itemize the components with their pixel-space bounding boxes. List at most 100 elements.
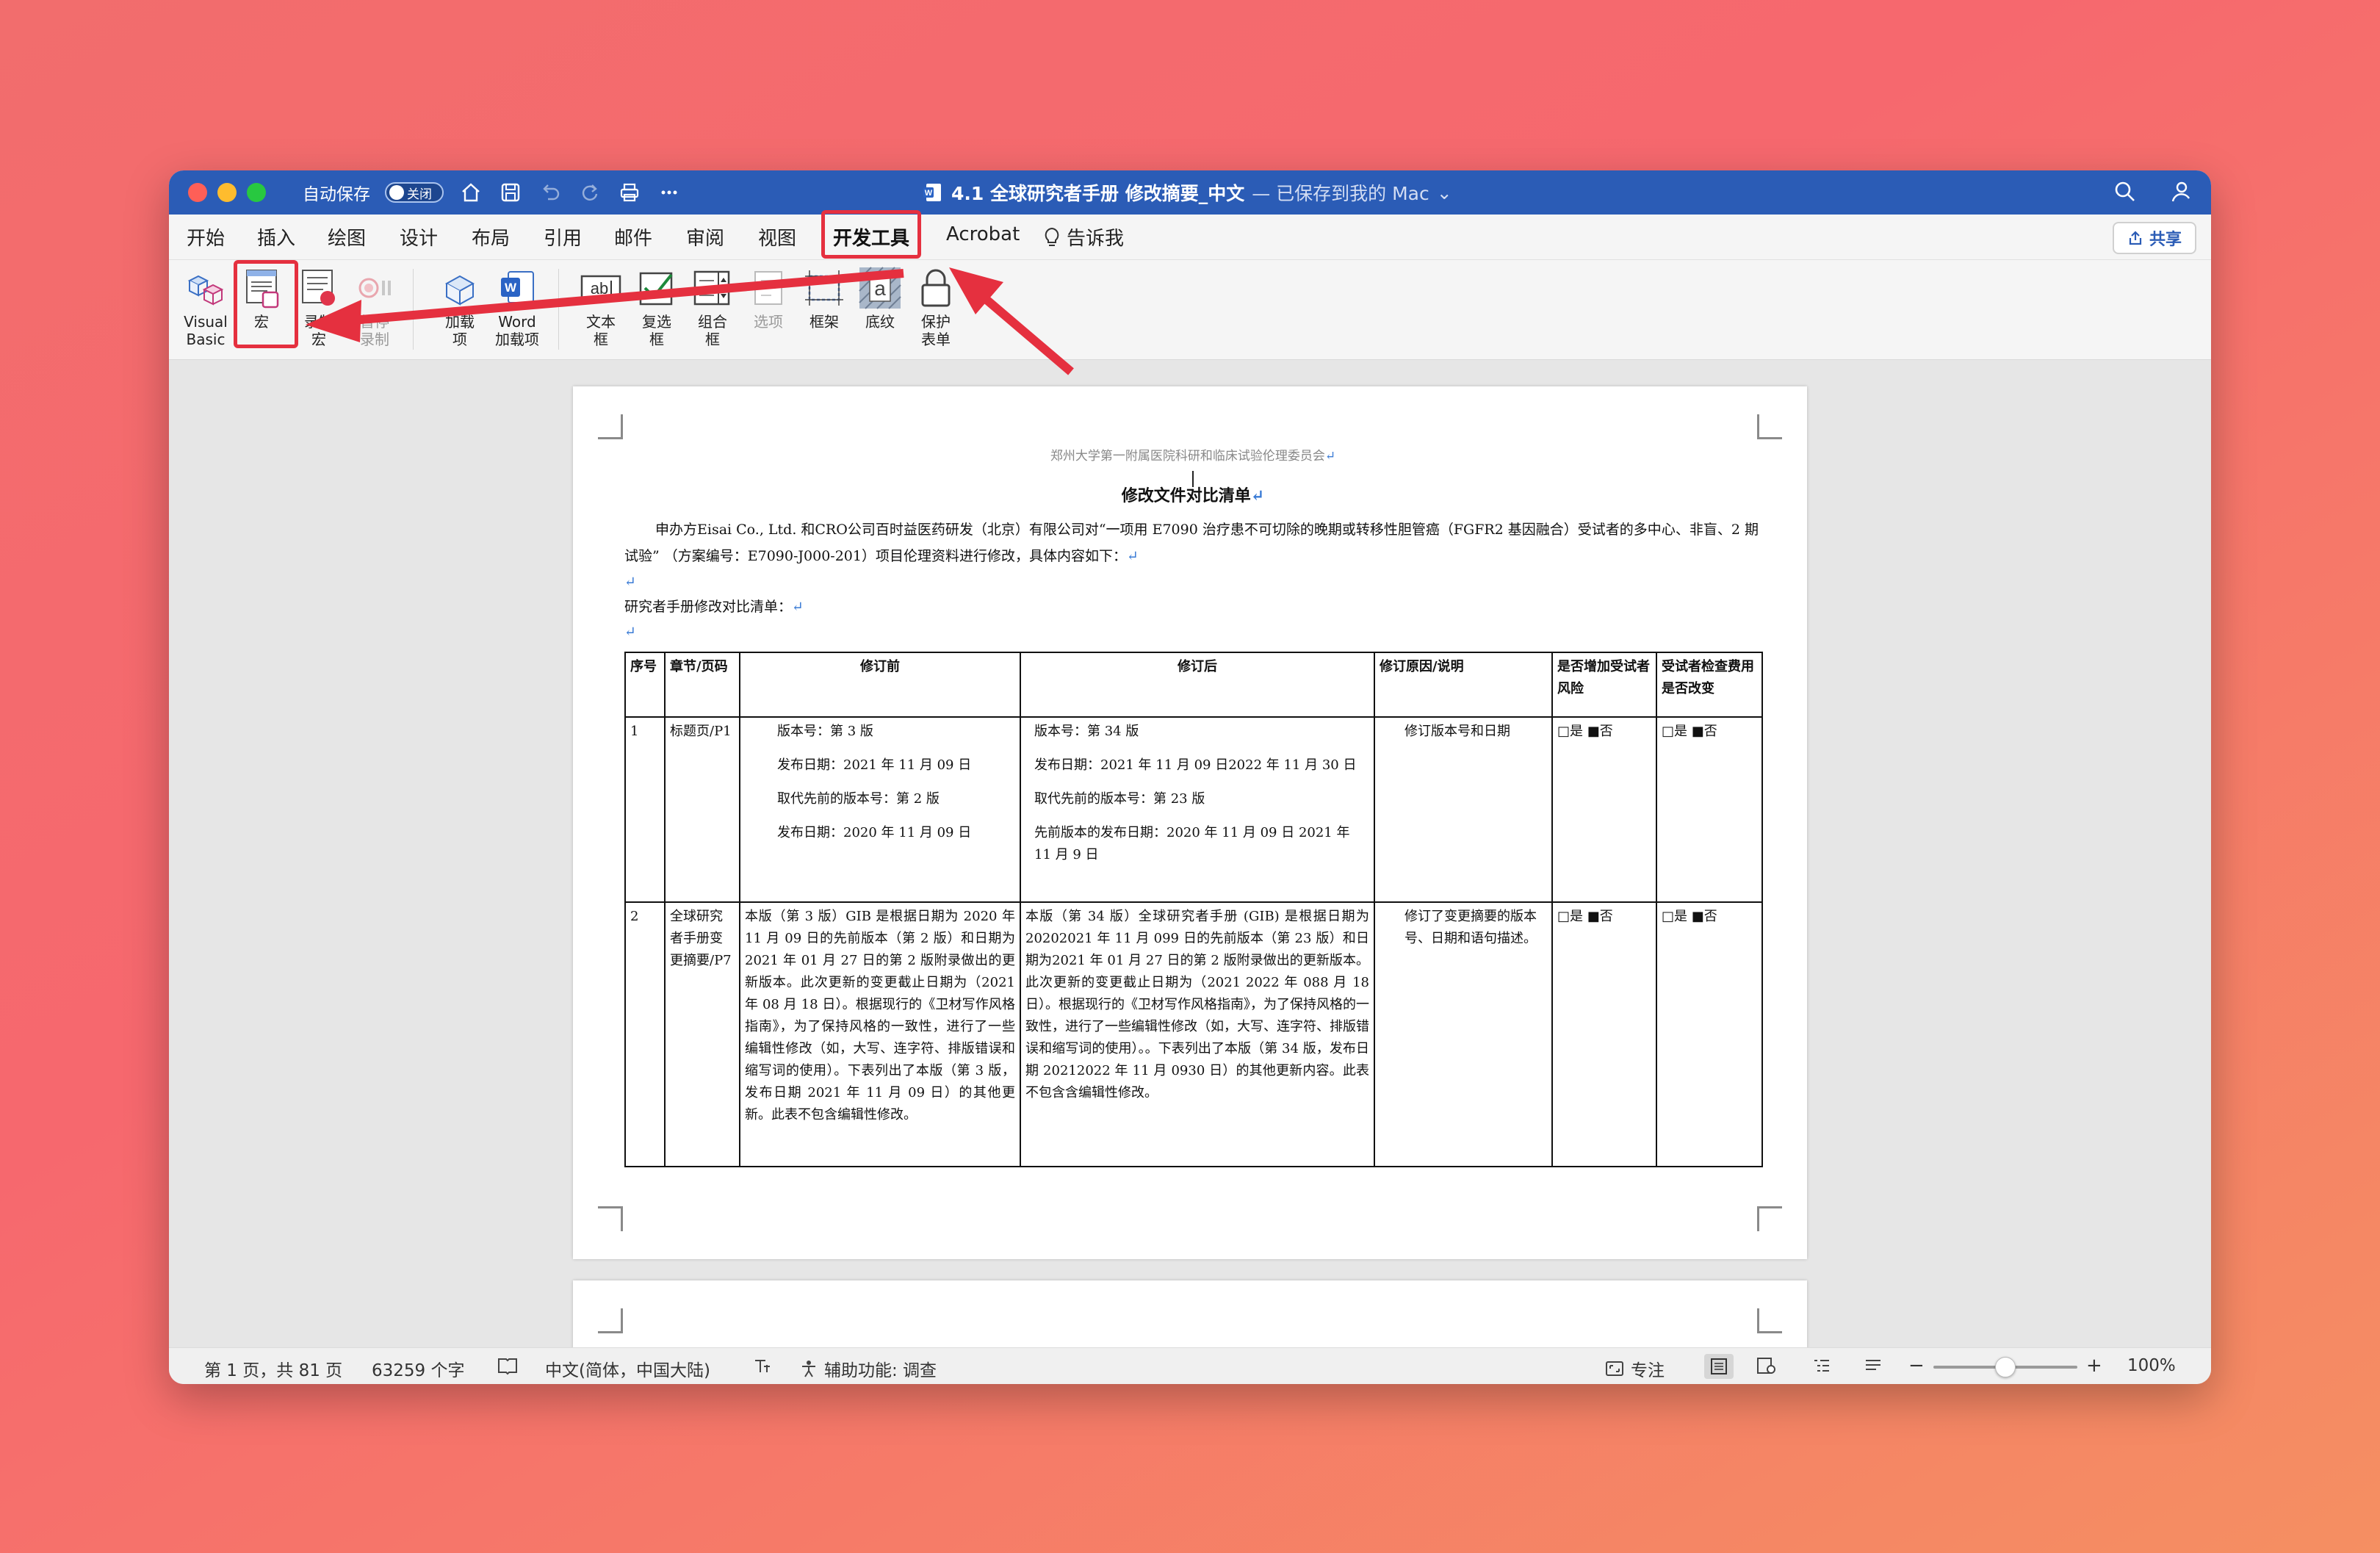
zoom-window-button[interactable]: [247, 183, 266, 202]
pause-recording-icon: [358, 278, 391, 298]
tab-acrobat[interactable]: Acrobat: [946, 223, 1020, 245]
page-count[interactable]: 第 1 页，共 81 页: [204, 1356, 342, 1381]
paragraph-mark: ↵: [792, 599, 804, 615]
document-canvas[interactable]: 郑州大学第一附属医院科研和临床试验伦理委员会↵ 修改文件对比清单↵ 申办方Eis…: [169, 360, 2211, 1347]
tab-review[interactable]: 审阅: [686, 223, 724, 251]
autosave-state: 关闭: [407, 187, 432, 202]
outline-view[interactable]: [1811, 1356, 1832, 1375]
tab-tell-me[interactable]: 告诉我: [1043, 223, 1124, 251]
row1-before: 版本号：第 3 版 发布日期：2021 年 11 月 09 日 取代先前的版本号…: [739, 716, 1021, 903]
addins-icon: [444, 275, 475, 306]
tab-insert[interactable]: 插入: [257, 223, 295, 251]
more-icon[interactable]: [657, 180, 682, 205]
combobox-button[interactable]: 组合框: [683, 264, 742, 348]
document-title[interactable]: W 4.1 全球研究者手册 修改摘要_中文 — 已保存到我的 Mac ⌄: [922, 170, 1452, 215]
options-button[interactable]: 选项: [739, 264, 798, 331]
zoom-level[interactable]: 100%: [2127, 1356, 2176, 1375]
word-addins-button[interactable]: W Word 加载项: [488, 264, 547, 348]
print-icon[interactable]: [617, 180, 642, 205]
document-page-2[interactable]: [573, 1280, 1807, 1347]
row2-reason: 修订了变更摘要的版本号、日期和语句描述。: [1374, 901, 1553, 1167]
row2-section: 全球研究者手册变更摘要/P7: [664, 901, 740, 1167]
share-button[interactable]: 共享: [2113, 222, 2196, 254]
shading-button[interactable]: a 底纹: [851, 264, 909, 331]
word-count[interactable]: 63259 个字: [372, 1356, 464, 1381]
pause-label-1: 暂停: [360, 313, 389, 331]
tab-draw[interactable]: 绘图: [328, 223, 366, 251]
print-layout-view[interactable]: [1704, 1354, 1734, 1379]
protect-label-1: 保护: [921, 313, 951, 331]
textbox-icon: ab: [580, 275, 621, 301]
row2-after: 本版（第 34 版）全球研究者手册 (GIB) 是根据日期为 20202021 …: [1020, 901, 1375, 1167]
after-line: 先前版本的发布日期：2020 年 11 月 09 日 2021 年 11 月 9…: [1034, 825, 1350, 862]
paragraph-mark: ↵: [1126, 548, 1139, 564]
table-row: 1 标题页/P1 版本号：第 3 版 发布日期：2021 年 11 月 09 日…: [624, 716, 1763, 903]
document-page[interactable]: 郑州大学第一附属医院科研和临床试验伦理委员会↵ 修改文件对比清单↵ 申办方Eis…: [573, 386, 1807, 1259]
ribbon-separator: [413, 269, 414, 350]
accessibility-status[interactable]: 辅助功能: 调查: [799, 1356, 937, 1381]
focus-mode[interactable]: 专注: [1604, 1356, 1665, 1381]
header-reason: 修订原因/说明: [1374, 652, 1553, 718]
account-icon[interactable]: [2167, 179, 2192, 207]
visual-basic-label-2: Basic: [186, 331, 226, 348]
undo-icon[interactable]: [538, 180, 563, 205]
minimize-window-button[interactable]: [217, 183, 237, 202]
visual-basic-label-1: Visual: [184, 313, 228, 331]
frame-button[interactable]: 框架: [795, 264, 854, 331]
textbox-button[interactable]: ab 文本框: [571, 264, 630, 348]
word-doc-icon: W: [923, 184, 941, 201]
tab-design[interactable]: 设计: [400, 223, 438, 251]
autosave-label: 自动保存: [303, 185, 370, 204]
pause-recording-button[interactable]: 暂停 录制: [345, 264, 404, 348]
row2-no: 2: [624, 901, 666, 1167]
margin-mark: [1757, 414, 1782, 439]
record-macro-button[interactable]: 录制宏: [289, 264, 348, 348]
svg-text:ab: ab: [591, 279, 608, 298]
paragraph-mark: ↵: [1250, 486, 1265, 505]
language-status[interactable]: 中文(简体，中国大陆): [545, 1356, 710, 1381]
zoom-slider-knob[interactable]: [1995, 1357, 2016, 1377]
comparison-table: 序号 章节/页码 修订前 修订后 修订原因/说明 是否增加受试者风险 受试者检查…: [624, 652, 1763, 1167]
search-icon[interactable]: [2113, 179, 2138, 207]
textbox-label-2: 框: [594, 331, 608, 348]
web-layout-view[interactable]: [1756, 1356, 1776, 1375]
checkbox-label-2: 框: [649, 331, 664, 348]
record-label-1: 录制: [304, 313, 333, 331]
word-addins-label-2: 加载项: [495, 331, 539, 348]
chevron-down-icon: ⌄: [1436, 181, 1452, 203]
visual-basic-button[interactable]: Visual Basic: [178, 264, 234, 348]
row1-risk: □是 ■否: [1551, 716, 1657, 903]
checkbox-button[interactable]: 复选框: [627, 264, 686, 348]
zoom-out-button[interactable]: −: [1908, 1355, 1925, 1377]
tab-view[interactable]: 视图: [758, 223, 796, 251]
addins-button[interactable]: 加载项: [430, 264, 489, 348]
row1-reason: 修订版本号和日期: [1374, 716, 1553, 903]
close-window-button[interactable]: [188, 183, 207, 202]
row2-before: 本版（第 3 版）GIB 是根据日期为 2020 年 11 月 09 日的先前版…: [739, 901, 1021, 1167]
list-label: 研究者手册修改对比清单：↵: [624, 594, 1756, 619]
tab-references[interactable]: 引用: [544, 223, 582, 251]
after-line: 取代先前的版本号：第 23 版: [1034, 791, 1205, 807]
word-addins-icon: W: [501, 271, 534, 303]
protect-form-button[interactable]: 保护 表单: [906, 264, 965, 348]
home-icon[interactable]: [458, 180, 483, 205]
save-icon[interactable]: [498, 180, 523, 205]
page-header-text: 郑州大学第一附属医院科研和临床试验伦理委员会: [1050, 449, 1325, 464]
margin-mark: [598, 414, 623, 439]
zoom-in-button[interactable]: +: [2086, 1355, 2102, 1377]
autosave-toggle[interactable]: 关闭: [385, 182, 444, 203]
proofing-icon[interactable]: [497, 1356, 519, 1375]
redo-icon[interactable]: [577, 180, 602, 205]
tab-layout[interactable]: 布局: [472, 223, 510, 251]
zoom-slider[interactable]: [1933, 1357, 2077, 1377]
tab-home[interactable]: 开始: [187, 223, 225, 251]
web-layout-icon: [1757, 1358, 1775, 1374]
tab-mailings[interactable]: 邮件: [614, 223, 652, 251]
save-location: — 已保存到我的 Mac: [1252, 183, 1429, 204]
window-controls: [188, 183, 266, 202]
draft-view[interactable]: [1863, 1356, 1883, 1375]
macros-highlight: [234, 260, 298, 348]
document-heading-text: 修改文件对比清单: [1121, 486, 1251, 505]
text-predictions-icon[interactable]: [752, 1356, 774, 1375]
pause-label-2: 录制: [360, 331, 389, 348]
